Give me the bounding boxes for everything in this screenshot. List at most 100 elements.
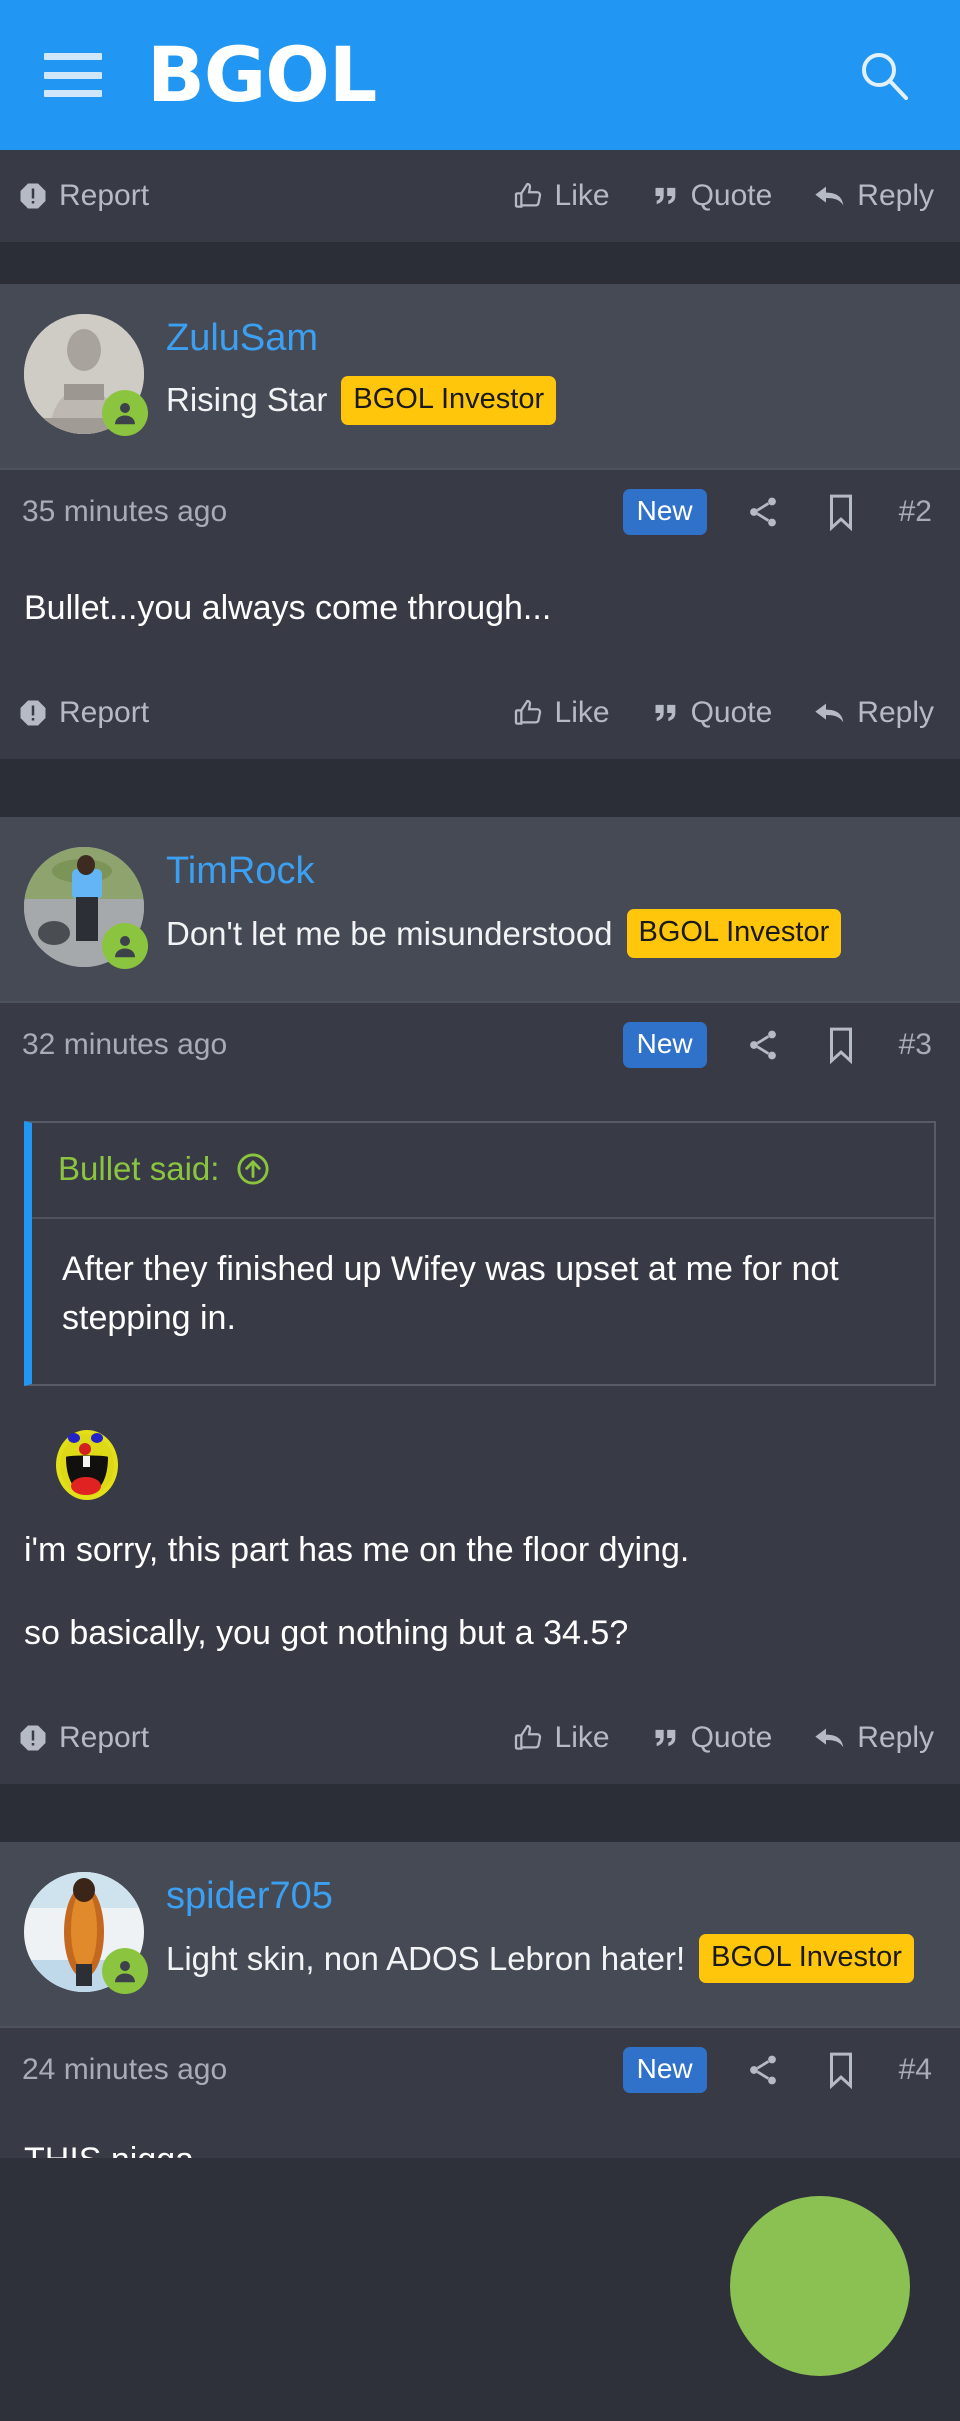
circle-up-arrow-icon[interactable] (235, 1151, 271, 1187)
like-button[interactable]: Like (512, 696, 610, 730)
quote-marks-icon (652, 699, 680, 727)
like-label: Like (554, 696, 610, 730)
report-label: Report (59, 179, 150, 212)
post-author-info: spider705 Light skin, non ADOS Lebron ha… (166, 1872, 936, 1984)
username-link[interactable]: TimRock (166, 850, 936, 893)
avatar-wrapper[interactable] (24, 314, 148, 436)
search-icon[interactable] (858, 49, 910, 101)
online-status-icon (102, 1948, 148, 1995)
share-icon[interactable] (743, 2052, 783, 2088)
report-icon (18, 1723, 48, 1753)
online-status-icon (102, 390, 148, 436)
new-badge: New (622, 1022, 707, 1069)
avatar-wrapper[interactable] (24, 1872, 148, 1995)
report-button[interactable]: Report (18, 179, 149, 213)
thumbs-up-icon (512, 1722, 544, 1754)
post-paragraph: THIS nigga (24, 2136, 936, 2158)
quote-text: After they finished up Wifey was upset a… (62, 1250, 839, 1338)
bookmark-icon[interactable] (821, 493, 861, 531)
username-link[interactable]: spider705 (166, 1876, 936, 1918)
share-icon[interactable] (743, 1027, 783, 1063)
reply-label: Reply (857, 1721, 934, 1755)
post-paragraph: i'm sorry, this part has me on the floor… (24, 1530, 690, 1569)
post-number: #3 (898, 1028, 932, 1062)
post-meta-row: 24 minutes ago New #4 (0, 2026, 960, 2113)
post-timestamp: 32 minutes ago (22, 1028, 228, 1062)
quote-author: Bullet said: (58, 1150, 220, 1188)
post-number: #4 (898, 2053, 932, 2087)
site-logo[interactable]: BGOL (147, 37, 377, 113)
report-icon (18, 181, 48, 211)
post-action-row: Report Like Quote Reply (0, 1692, 960, 1785)
post-separator (0, 1784, 960, 1843)
user-title: Light skin, non ADOS Lebron hater! (166, 1939, 686, 1977)
like-button[interactable]: Like (512, 179, 610, 213)
post-action-row: Report Like Quote Reply (0, 667, 960, 760)
quote-button[interactable]: Quote (652, 179, 773, 213)
post-meta-row: 35 minutes ago New #2 (0, 468, 960, 554)
username-link[interactable]: ZuluSam (166, 317, 936, 360)
post-timestamp: 24 minutes ago (22, 2053, 228, 2087)
reply-label: Reply (857, 179, 934, 212)
reply-arrow-icon (814, 699, 846, 727)
post-body: Bullet...you always come through... (0, 554, 960, 668)
user-title: Don't let me be misunderstood (166, 914, 613, 952)
quote-marks-icon (652, 182, 680, 210)
avatar-wrapper[interactable] (24, 847, 148, 970)
laughing-smiley-icon (48, 1424, 126, 1502)
post-meta-row: 32 minutes ago New #3 (0, 1001, 960, 1088)
app-header: BGOL (0, 0, 960, 150)
post-timrock: TimRock Don't let me be misunderstood BG… (0, 817, 960, 1785)
thumbs-up-icon (512, 697, 544, 729)
reply-label: Reply (857, 696, 934, 730)
post-header: ZuluSam Rising Star BGOL Investor (0, 284, 960, 468)
reply-button[interactable]: Reply (814, 696, 934, 730)
post-timestamp: 35 minutes ago (22, 495, 228, 528)
investor-badge: BGOL Investor (626, 909, 842, 959)
post-header: TimRock Don't let me be misunderstood BG… (0, 817, 960, 1002)
post-author-info: TimRock Don't let me be misunderstood BG… (166, 847, 936, 959)
report-label: Report (59, 696, 150, 730)
quote-label: Quote (690, 179, 773, 212)
report-button[interactable]: Report (18, 1721, 149, 1755)
new-badge: New (622, 489, 707, 535)
user-title-line: Don't let me be misunderstood BGOL Inves… (166, 909, 936, 959)
reply-arrow-icon (814, 182, 846, 210)
like-label: Like (554, 1721, 610, 1755)
post-action-row-top: Report Like Quote Reply (0, 150, 960, 242)
post-body: THIS nigga (0, 2112, 960, 2159)
new-badge: New (622, 2047, 707, 2094)
post-paragraph: so basically, you got nothing but a 34.5… (24, 1614, 629, 1653)
investor-badge: BGOL Investor (341, 375, 557, 425)
quote-button[interactable]: Quote (652, 696, 772, 730)
share-icon[interactable] (743, 494, 783, 530)
quote-label: Quote (690, 1721, 773, 1755)
post-paragraph: Bullet...you always come through... (24, 589, 552, 627)
investor-badge: BGOL Investor (699, 1934, 914, 1984)
post-number: #2 (898, 495, 932, 528)
reply-button[interactable]: Reply (814, 179, 934, 213)
user-title: Rising Star (166, 381, 328, 419)
post-author-info: ZuluSam Rising Star BGOL Investor (166, 314, 936, 425)
quote-button[interactable]: Quote (652, 1721, 773, 1755)
thumbs-up-icon (512, 180, 544, 212)
quote-marks-icon (652, 1724, 680, 1752)
report-label: Report (59, 1721, 150, 1755)
forum-thread-page: BGOL Report Like Quote Reply ZuluSam Ris… (0, 0, 960, 2421)
post-separator (0, 242, 960, 284)
like-button[interactable]: Like (512, 1721, 610, 1755)
post-header: spider705 Light skin, non ADOS Lebron ha… (0, 1842, 960, 2027)
post-spider705: spider705 Light skin, non ADOS Lebron ha… (0, 1842, 960, 2159)
bookmark-icon[interactable] (821, 2051, 861, 2090)
quote-block: Bullet said: After they finished up Wife… (24, 1121, 936, 1386)
report-button[interactable]: Report (18, 696, 149, 730)
reply-button[interactable]: Reply (814, 1721, 934, 1755)
post-separator (0, 759, 960, 818)
like-label: Like (554, 179, 610, 212)
bookmark-icon[interactable] (821, 1026, 861, 1065)
quote-header: Bullet said: (32, 1123, 934, 1220)
post-zulusam: ZuluSam Rising Star BGOL Investor 35 min… (0, 284, 960, 760)
hamburger-menu-icon[interactable] (44, 53, 102, 97)
user-title-line: Rising Star BGOL Investor (166, 375, 936, 425)
online-status-icon (102, 923, 148, 970)
